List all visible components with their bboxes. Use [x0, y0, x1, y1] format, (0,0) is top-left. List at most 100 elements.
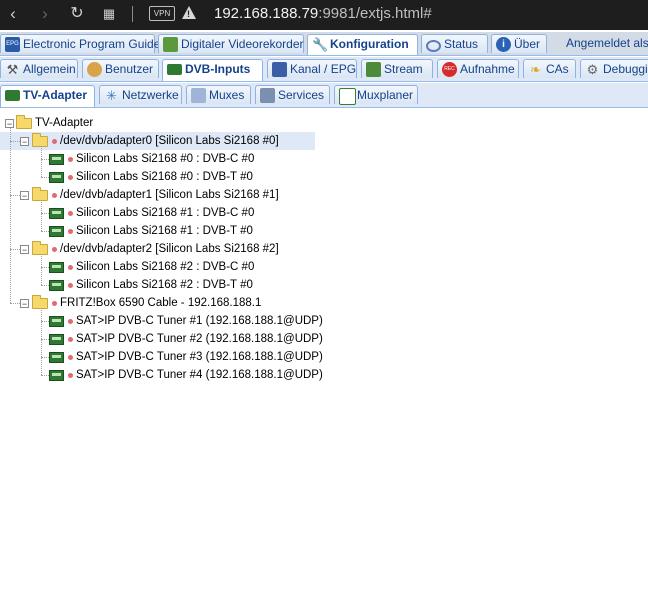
tree-connector: [41, 321, 49, 322]
dvb-tab-bar: TV-Adapter ✳ Netzwerke Muxes Services Mu…: [0, 83, 648, 108]
tab-label: CAs: [546, 62, 569, 76]
tuner-node[interactable]: Silicon Labs Si2168 #2 : DVB-C #0: [0, 258, 320, 276]
tab-netzwerke[interactable]: ✳ Netzwerke: [99, 85, 182, 104]
tab-stream[interactable]: Stream: [361, 59, 433, 78]
status-dot-icon: [68, 211, 73, 216]
tab-muxes[interactable]: Muxes: [186, 85, 251, 104]
status-dot-icon: [68, 283, 73, 288]
tree-root-label: TV-Adapter: [35, 117, 94, 129]
config-tab-bar: ⚒ Allgemein Benutzer DVB-Inputs Kanal / …: [0, 57, 648, 82]
collapse-toggle-icon[interactable]: −: [20, 299, 29, 309]
tuner-node[interactable]: SAT>IP DVB-C Tuner #3 (192.168.188.1@UDP…: [0, 348, 323, 366]
tab-dvr[interactable]: Digitaler Videorekorder: [158, 34, 304, 53]
dvb-card-icon: [5, 90, 20, 101]
tree-connector: [41, 177, 49, 178]
dvb-card-icon: [49, 352, 64, 363]
tuner-node[interactable]: Silicon Labs Si2168 #1 : DVB-T #0: [0, 222, 320, 240]
tab-tv-adapter[interactable]: TV-Adapter: [0, 85, 95, 107]
wrench-icon: 🔧: [312, 37, 329, 52]
tab-status[interactable]: Status: [421, 34, 488, 53]
tab-konfiguration[interactable]: 🔧 Konfiguration: [307, 34, 418, 55]
adapter-node[interactable]: − /dev/dvb/adapter2 [Silicon Labs Si2168 …: [0, 240, 320, 258]
tuner-node[interactable]: Silicon Labs Si2168 #1 : DVB-C #0: [0, 204, 320, 222]
tab-cas[interactable]: ❧ CAs: [523, 59, 576, 78]
tuner-node[interactable]: Silicon Labs Si2168 #0 : DVB-T #0: [0, 168, 320, 186]
tree-connector: [41, 375, 49, 376]
folder-open-icon: [32, 133, 48, 147]
status-dot-icon: [68, 175, 73, 180]
tree-connector: [10, 141, 20, 142]
tree-connector: [41, 200, 42, 231]
tab-label: Stream: [384, 62, 423, 76]
tree-connector: [41, 308, 42, 375]
tree-root[interactable]: − TV-Adapter: [0, 114, 320, 132]
folder-open-icon: [16, 115, 32, 129]
tree-connector: [41, 231, 49, 232]
adapter-node[interactable]: − /dev/dvb/adapter0 [Silicon Labs Si2168 …: [0, 132, 315, 150]
folder-open-icon: [32, 241, 48, 255]
dvb-card-icon: [49, 172, 64, 183]
tab-label: Electronic Program Guide: [23, 37, 161, 51]
collapse-toggle-icon[interactable]: −: [20, 191, 29, 201]
adapter-label: FRITZ!Box 6590 Cable - 192.168.188.1: [60, 297, 262, 309]
tuner-label: Silicon Labs Si2168 #0 : DVB-C #0: [76, 153, 255, 165]
rec-icon: REC: [442, 62, 457, 77]
logged-in-status: Angemeldet als T: [566, 36, 648, 50]
dvb-card-icon: [49, 334, 64, 345]
tab-label: TV-Adapter: [23, 88, 88, 102]
forward-arrow-icon[interactable]: ›: [38, 3, 52, 25]
vpn-badge[interactable]: VPN: [149, 6, 175, 21]
tab-allgemein[interactable]: ⚒ Allgemein: [0, 59, 78, 78]
tab-label: Konfiguration: [330, 37, 409, 51]
tab-label: Kanal / EPG: [290, 62, 357, 76]
back-arrow-icon[interactable]: ‹: [6, 3, 20, 25]
tuner-node[interactable]: SAT>IP DVB-C Tuner #1 (192.168.188.1@UDP…: [0, 312, 323, 330]
tree-connector: [41, 285, 49, 286]
tab-aufnahme[interactable]: REC Aufnahme: [437, 59, 519, 78]
dvb-card-icon: [49, 370, 64, 381]
reload-icon[interactable]: ↻: [68, 3, 86, 25]
adapter-node[interactable]: − /dev/dvb/adapter1 [Silicon Labs Si2168 …: [0, 186, 320, 204]
tv-icon: [272, 62, 287, 77]
tree-connector: [41, 339, 49, 340]
dvb-card-icon: [49, 208, 64, 219]
tuner-label: SAT>IP DVB-C Tuner #4 (192.168.188.1@UDP…: [76, 369, 323, 381]
tree-connector: [10, 303, 20, 304]
status-dot-icon: [68, 229, 73, 234]
dvb-card-icon: [49, 316, 64, 327]
tab-label: Muxes: [209, 88, 245, 102]
collapse-toggle-icon[interactable]: −: [20, 245, 29, 255]
tab-kanal-epg[interactable]: Kanal / EPG: [267, 59, 357, 78]
tab-label: Digitaler Videorekorder: [181, 37, 304, 51]
collapse-toggle-icon[interactable]: −: [20, 137, 29, 147]
dvb-card-icon: [49, 280, 64, 291]
tuner-label: SAT>IP DVB-C Tuner #3 (192.168.188.1@UDP…: [76, 351, 323, 363]
tree-connector: [41, 146, 42, 177]
tab-debugging[interactable]: ⚙ Debuggin: [580, 59, 648, 78]
status-dot-icon: [52, 193, 57, 198]
status-dot-icon: [52, 139, 57, 144]
tab-epg[interactable]: EPG Electronic Program Guide: [0, 34, 160, 53]
tab-dvb-inputs[interactable]: DVB-Inputs: [162, 59, 263, 81]
warning-mark: !: [187, 9, 190, 19]
tab-label: Über: [514, 37, 541, 51]
adapter-label: /dev/dvb/adapter2 [Silicon Labs Si2168 #…: [60, 243, 279, 255]
collapse-toggle-icon[interactable]: −: [5, 119, 14, 129]
tuner-label: Silicon Labs Si2168 #1 : DVB-C #0: [76, 207, 255, 219]
status-dot-icon: [52, 301, 57, 306]
tab-muxplaner[interactable]: Muxplaner: [334, 85, 418, 105]
folder-open-icon: [32, 295, 48, 309]
tab-about[interactable]: i Über: [491, 34, 547, 53]
tuner-node[interactable]: Silicon Labs Si2168 #2 : DVB-T #0: [0, 276, 320, 294]
grid-icon[interactable]: ▦: [100, 3, 118, 25]
tab-benutzer[interactable]: Benutzer: [82, 59, 159, 78]
tab-services[interactable]: Services: [255, 85, 330, 104]
tuner-node[interactable]: Silicon Labs Si2168 #0 : DVB-C #0: [0, 150, 320, 168]
calendar-icon: [339, 88, 356, 105]
tuner-node[interactable]: SAT>IP DVB-C Tuner #4 (192.168.188.1@UDP…: [0, 366, 323, 384]
address-bar[interactable]: 192.168.188.79:9981/extjs.html#: [214, 3, 432, 25]
tree-connector: [41, 213, 49, 214]
adapter-node[interactable]: − FRITZ!Box 6590 Cable - 192.168.188.1: [0, 294, 320, 312]
key-icon: ❧: [530, 62, 541, 77]
tuner-node[interactable]: SAT>IP DVB-C Tuner #2 (192.168.188.1@UDP…: [0, 330, 323, 348]
